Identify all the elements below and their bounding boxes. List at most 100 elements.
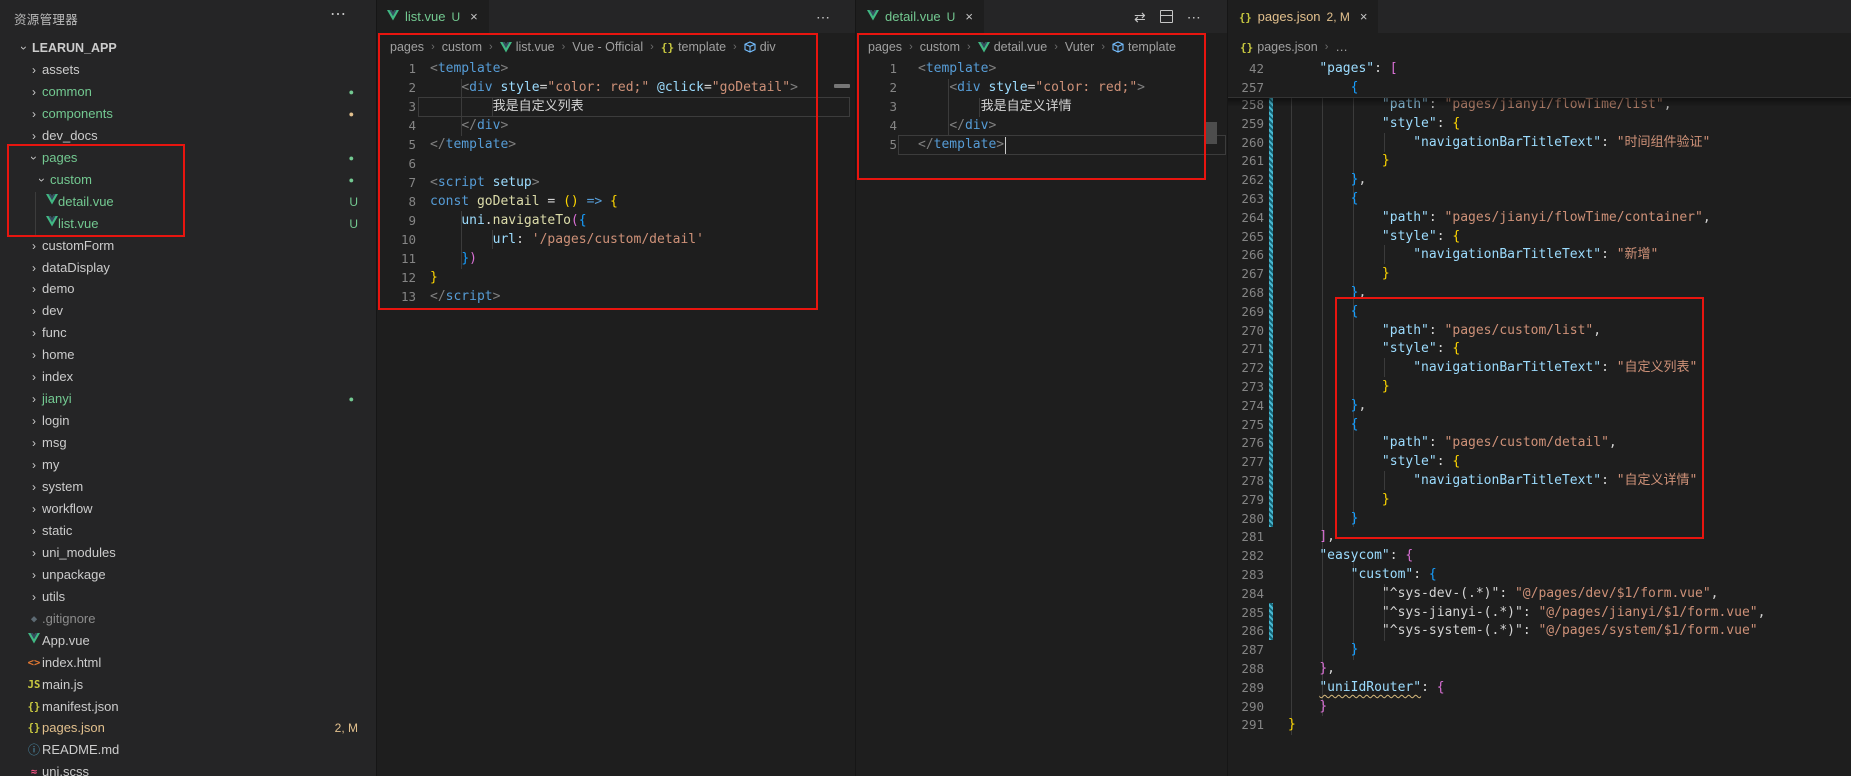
tree-item-label: func [42,322,67,344]
tree-item-pages[interactable]: ›pages● [0,147,376,169]
code-line: 我是自定义详情 [918,97,1072,116]
more-icon[interactable]: ⋯ [1187,10,1201,24]
code-line: <script setup> [430,173,540,192]
tab-detail.vue[interactable]: detail.vueU× [856,0,984,33]
tree-item-uni_modules[interactable]: ›uni_modules [0,542,376,564]
breadcrumb-item-template[interactable]: template [1112,40,1176,54]
tree-item-uni.scss[interactable]: ≈uni.scss [0,761,376,776]
line-number: 263 [1224,189,1264,208]
tree-item-dev[interactable]: ›dev [0,300,376,322]
tree-item-customForm[interactable]: ›customForm [0,235,376,257]
code-line: "easycom": { [1288,546,1413,565]
breadcrumb-item-Vuter[interactable]: Vuter [1065,40,1094,54]
tree-item-common[interactable]: ›common● [0,81,376,103]
tab-close-icon[interactable]: × [470,9,478,24]
chevron-right-icon: › [28,103,40,125]
tab-close-icon[interactable]: × [1360,9,1368,24]
breadcrumb-item-pages.json[interactable]: {}pages.json [1240,40,1318,54]
tree-item-manifest.json[interactable]: {}manifest.json [0,696,376,718]
git-status-badge: 2, M [335,717,358,739]
tree-item-unpackage[interactable]: ›unpackage [0,564,376,586]
line-number: 4 [857,116,897,135]
breadcrumb-item-custom[interactable]: custom [442,40,482,54]
breadcrumb-item-div[interactable]: div [744,40,776,54]
tree-item-main.js[interactable]: JSmain.js [0,674,376,696]
tab-close-icon[interactable]: × [965,9,973,24]
chevron-right-icon: › [28,300,40,322]
tree-item-label: common [42,81,92,103]
tree-item-static[interactable]: ›static [0,520,376,542]
more-icon[interactable]: ⋯ [816,10,830,24]
tree-item-index.html[interactable]: <>index.html [0,652,376,674]
line-number: 279 [1224,490,1264,509]
explorer-more-icon[interactable]: ⋯ [330,4,346,24]
tree-item-label: assets [42,59,80,81]
chevron-right-icon: › [28,476,40,498]
breadcrumb-item-…[interactable]: … [1335,40,1348,54]
tree-item-system[interactable]: ›system [0,476,376,498]
tree-item-msg[interactable]: ›msg [0,432,376,454]
tree-item-home[interactable]: ›home [0,344,376,366]
tree-item-assets[interactable]: ›assets [0,59,376,81]
compare-changes-icon[interactable]: ⇄ [1134,10,1146,24]
tree-item-detail.vue[interactable]: detail.vueU [0,191,376,213]
tree-item-workflow[interactable]: ›workflow [0,498,376,520]
code-line: }, [1288,396,1366,415]
code-line: { [1288,189,1358,208]
tree-item-dataDisplay[interactable]: ›dataDisplay [0,257,376,279]
tree-item-dev_docs[interactable]: ›dev_docs [0,125,376,147]
vue-logo-icon [28,633,40,644]
line-number: 284 [1224,584,1264,603]
tree-item-README.md[interactable]: ⓘREADME.md [0,739,376,761]
breadcrumb-item-detail.vue[interactable]: detail.vue [978,40,1048,54]
tree-item-list.vue[interactable]: list.vueU [0,213,376,235]
sticky-scroll[interactable]: 42 "pages": [257 { [1228,58,1851,97]
tab-pages.json[interactable]: {}pages.json2, M× [1228,0,1378,33]
tree-item-App.vue[interactable]: App.vue [0,630,376,652]
pane-actions: ⋯ [816,0,830,33]
line-number: 13 [376,287,416,306]
scrollbar-thumb[interactable] [1206,122,1217,144]
code-line: </script> [430,287,500,306]
tree-item-label: .gitignore [42,608,95,630]
pane-divider[interactable] [855,0,856,776]
tree-item-label: workflow [42,498,93,520]
tree-item-custom[interactable]: ›custom● [0,169,376,191]
breadcrumb-item-pages[interactable]: pages [390,40,424,54]
pane-divider[interactable] [376,0,377,776]
tab-list.vue[interactable]: list.vueU× [376,0,489,33]
line-number: 3 [857,97,897,116]
breadcrumb-item-list.vue[interactable]: list.vue [500,40,555,54]
breadcrumb-separator-icon: › [909,41,913,53]
tree-item-.gitignore[interactable]: ◆.gitignore [0,608,376,630]
tree-item-index[interactable]: ›index [0,366,376,388]
breadcrumb-item-template[interactable]: {}template [661,40,726,54]
tree-item-func[interactable]: ›func [0,322,376,344]
pane-divider[interactable] [1227,0,1228,776]
line-number: 270 [1224,321,1264,340]
tree-item-pages.json[interactable]: {}pages.json2, M [0,717,376,739]
tree-item-LEARUN_APP[interactable]: ›LEARUN_APP [0,37,376,59]
breadcrumb-item-custom[interactable]: custom [920,40,960,54]
tree-item-my[interactable]: ›my [0,454,376,476]
breadcrumb-item-pages[interactable]: pages [868,40,902,54]
tree-item-jianyi[interactable]: ›jianyi● [0,388,376,410]
code-line: } [1288,490,1390,509]
code-line: "path": "pages/custom/detail", [1288,433,1617,452]
tree-item-utils[interactable]: ›utils [0,586,376,608]
chevron-right-icon: › [28,125,40,147]
line-number: 257 [1224,78,1264,97]
line-number: 271 [1224,339,1264,358]
line-number: 12 [376,268,416,287]
tree-item-label: home [42,344,75,366]
split-editor-icon[interactable] [1160,10,1173,23]
tree-item-components[interactable]: ›components● [0,103,376,125]
tree-item-login[interactable]: ›login [0,410,376,432]
breadcrumb-item-Vue - Official[interactable]: Vue - Official [572,40,643,54]
overview-ruler-cursor-mark[interactable] [834,84,850,88]
chevron-right-icon: › [28,432,40,454]
explorer-title: 资源管理器 [14,9,78,28]
tab-git-status: U [451,10,460,24]
tree-item-demo[interactable]: ›demo [0,278,376,300]
chevron-right-icon: › [28,542,40,564]
